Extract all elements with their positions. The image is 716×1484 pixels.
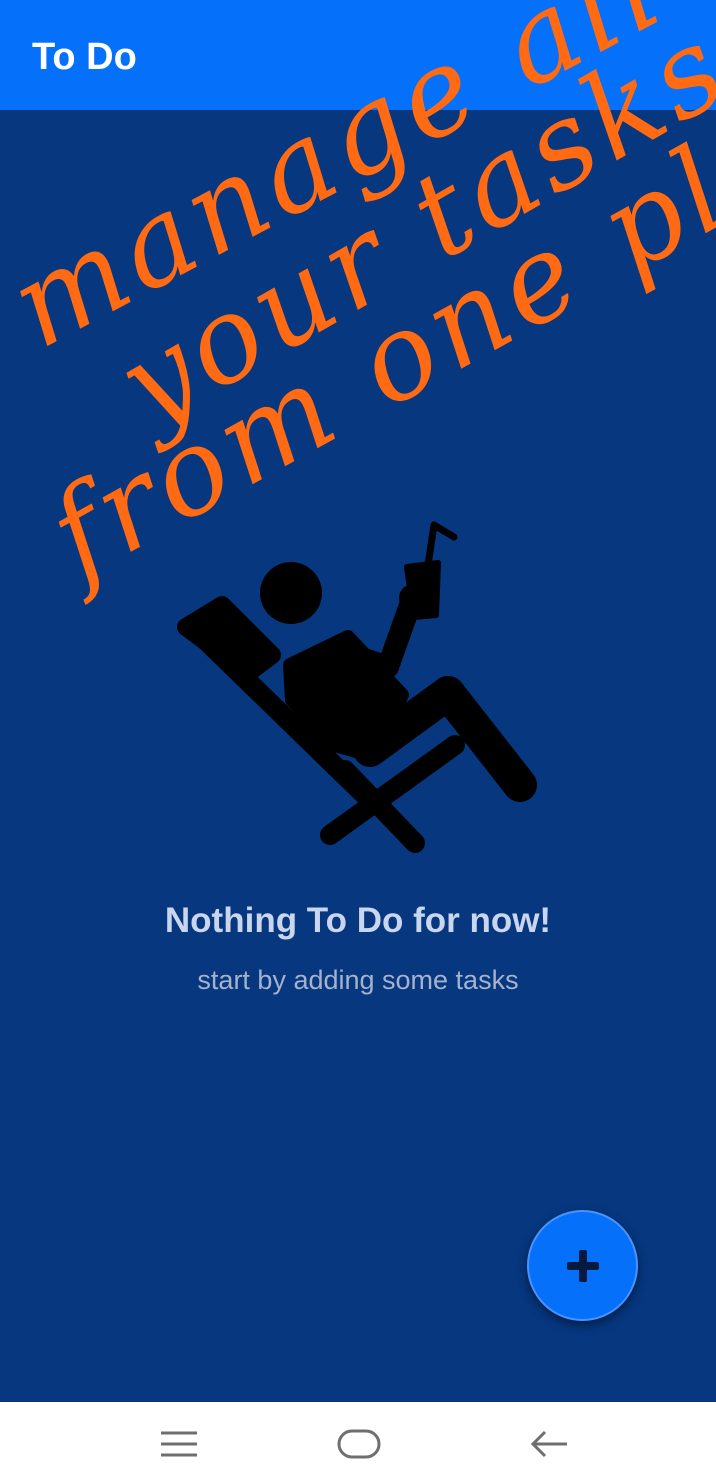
nav-back-button[interactable] — [519, 1420, 579, 1468]
back-arrow-icon — [530, 1430, 567, 1458]
add-task-button[interactable] — [527, 1210, 638, 1321]
empty-state-subtitle: start by adding some tasks — [197, 965, 519, 995]
empty-state-title: Nothing To Do for now! — [164, 901, 552, 940]
system-nav-bar — [0, 1402, 716, 1484]
todo-screen: To Do manage all your tasks from one pla… — [0, 0, 716, 1484]
nav-home-button[interactable] — [329, 1420, 389, 1468]
relaxing-person-in-deck-chair-icon — [177, 521, 537, 853]
app-bar: To Do — [0, 0, 716, 110]
home-icon — [337, 1429, 381, 1459]
plus-icon — [566, 1249, 599, 1282]
menu-icon — [161, 1431, 197, 1457]
app-title: To Do — [32, 36, 137, 78]
nav-menu-button[interactable] — [149, 1420, 209, 1468]
